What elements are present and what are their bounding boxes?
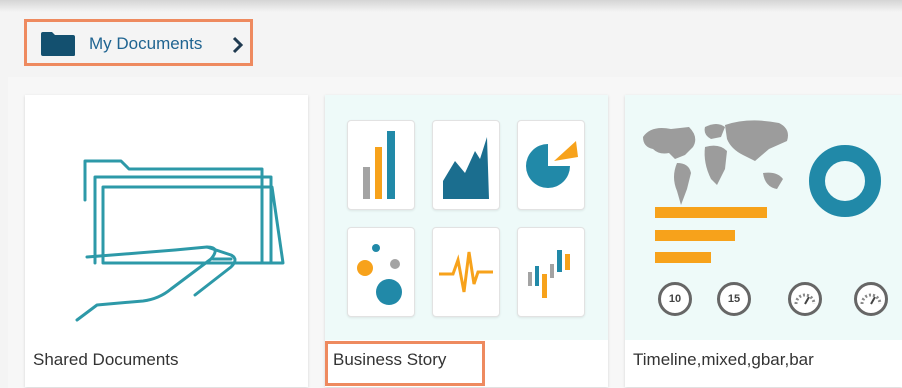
chevron-right-icon[interactable] bbox=[232, 36, 244, 54]
breadcrumb[interactable]: My Documents bbox=[24, 19, 253, 66]
bubble-chart-icon bbox=[357, 244, 402, 305]
waterfall-chart-tile bbox=[517, 227, 585, 317]
donut-chart-icon bbox=[809, 145, 881, 217]
waveform-chart-tile bbox=[432, 227, 500, 317]
waveform-icon bbox=[439, 251, 493, 293]
waterfall-chart-icon bbox=[528, 250, 570, 298]
card-timeline-mixed-gbar-bar[interactable]: 10 15 Timeline,mixed,gbar,bar bbox=[625, 95, 902, 387]
card-thumbnail: 10 15 bbox=[625, 95, 902, 340]
shared-folder-hand-icon bbox=[75, 159, 285, 322]
pie-chart-icon bbox=[526, 141, 578, 188]
area-chart-icon bbox=[443, 137, 489, 199]
gauge-10: 10 bbox=[658, 282, 692, 316]
card-title: Timeline,mixed,gbar,bar bbox=[633, 350, 814, 369]
top-shadow bbox=[0, 0, 902, 12]
folder-icon bbox=[41, 32, 75, 56]
card-thumbnail bbox=[325, 95, 608, 340]
gauge-15: 15 bbox=[717, 282, 751, 316]
card-business-story[interactable]: Business Story bbox=[325, 95, 608, 387]
breadcrumb-my-documents[interactable]: My Documents bbox=[89, 34, 202, 54]
bubble-chart-tile bbox=[347, 227, 415, 317]
pie-chart-tile bbox=[517, 120, 585, 210]
area-chart-tile bbox=[432, 120, 500, 210]
card-title: Business Story bbox=[333, 350, 447, 369]
bar-chart-icon bbox=[363, 131, 395, 199]
card-thumbnail bbox=[25, 95, 308, 340]
card-shared-documents[interactable]: Shared Documents bbox=[25, 95, 308, 387]
bar-chart-tile bbox=[347, 120, 415, 210]
card-title: Shared Documents bbox=[33, 350, 179, 369]
world-map-icon bbox=[643, 120, 788, 205]
horizontal-bar-chart-icon bbox=[655, 207, 767, 263]
gauge-dial-icon bbox=[854, 282, 888, 316]
gauge-dial-icon bbox=[788, 282, 822, 316]
